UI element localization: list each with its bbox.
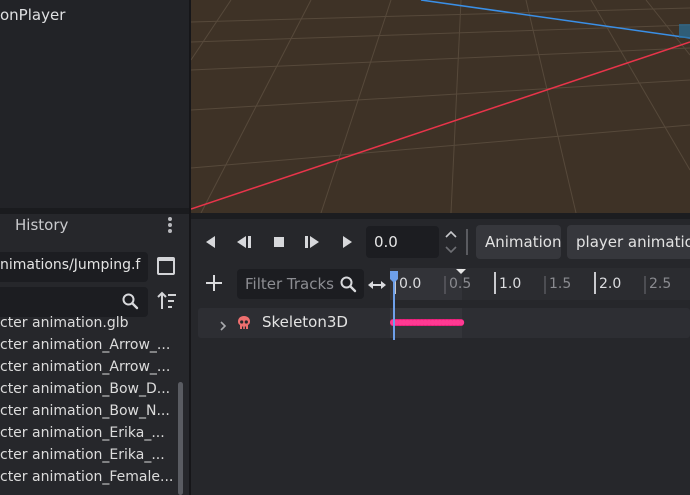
- skeleton-icon: [237, 315, 251, 331]
- play-backwards-from-end-icon[interactable]: [235, 233, 253, 251]
- scene-node-animation-player[interactable]: onPlayer: [0, 6, 65, 24]
- file-item[interactable]: cter animation_Erika_...: [0, 425, 172, 441]
- stop-icon[interactable]: [270, 233, 288, 251]
- scene-tree-panel: [0, 0, 189, 208]
- add-track-icon[interactable]: [204, 273, 224, 293]
- keyframes-strip[interactable]: [390, 317, 466, 328]
- file-item[interactable]: cter animation_Arrow_...: [0, 337, 172, 353]
- time-value: 0.0: [374, 233, 398, 251]
- spin-down-icon[interactable]: [444, 242, 458, 256]
- chevron-right-icon[interactable]: [218, 317, 228, 331]
- 3d-viewport[interactable]: [191, 0, 690, 213]
- file-item[interactable]: cter animation_Female...: [0, 469, 172, 485]
- ruler-label: 0.5: [449, 276, 471, 292]
- ruler-label: 2.5: [649, 276, 671, 292]
- toggle-layout-icon[interactable]: [157, 257, 175, 275]
- spin-up-icon[interactable]: [444, 226, 458, 240]
- filter-tracks-input[interactable]: [245, 273, 340, 295]
- search-icon: [121, 292, 139, 310]
- file-item[interactable]: cter animation_Erika_...: [0, 447, 172, 463]
- ruler-label: 2.0: [599, 276, 621, 292]
- animation-select[interactable]: player animation/: [567, 225, 690, 259]
- playhead[interactable]: [393, 278, 395, 340]
- fit-timeline-icon[interactable]: [368, 277, 386, 291]
- keyframe[interactable]: [458, 319, 465, 326]
- ruler-label: 1.5: [549, 276, 571, 292]
- sort-icon[interactable]: [157, 290, 177, 312]
- animation-menu-button[interactable]: Animation: [476, 225, 561, 259]
- animation-end-marker[interactable]: [456, 269, 466, 274]
- timeline-ticks: 0.0 0.5 1.0 1.5 2.0 2.5: [394, 269, 671, 294]
- search-icon: [339, 275, 357, 293]
- play-from-start-icon[interactable]: [303, 233, 321, 251]
- path-value: nimations/Jumping.f: [0, 257, 141, 273]
- filesystem-scrollbar[interactable]: [178, 382, 183, 495]
- file-item[interactable]: cter animation_Arrow_...: [0, 359, 172, 375]
- track-label: Skeleton3D: [262, 313, 348, 331]
- file-item[interactable]: cter animation_Bow_N...: [0, 403, 172, 419]
- playhead-handle-icon[interactable]: [390, 268, 398, 283]
- file-item[interactable]: cter animation_Bow_D...: [0, 381, 172, 397]
- animation-panel: [191, 219, 690, 495]
- kebab-menu-icon[interactable]: [166, 216, 174, 236]
- toolbar-separator: [466, 229, 468, 255]
- play-icon[interactable]: [338, 233, 356, 251]
- tab-history[interactable]: History: [15, 216, 68, 234]
- ruler-label: 0.0: [399, 276, 421, 292]
- file-item[interactable]: cter animation.glb: [0, 315, 172, 331]
- ruler-label: 1.0: [499, 276, 521, 292]
- play-backwards-icon[interactable]: [202, 233, 220, 251]
